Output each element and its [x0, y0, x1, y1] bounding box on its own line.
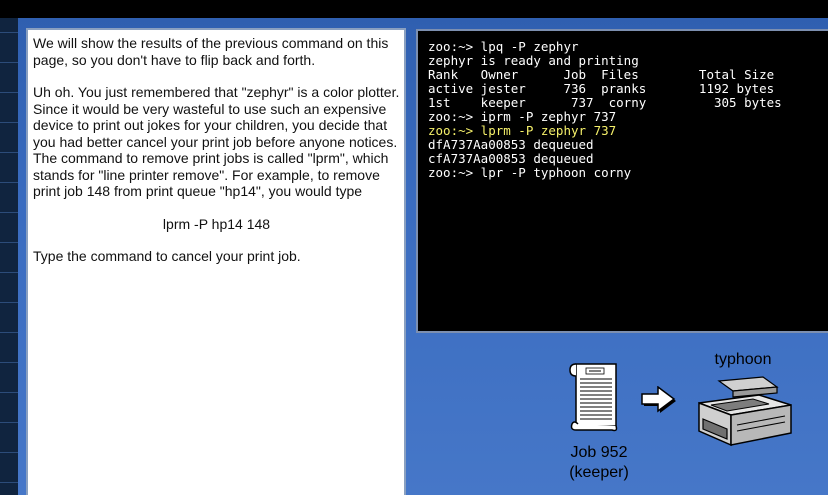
terminal-line: zoo:~> lprm -P zephyr 737: [428, 123, 617, 138]
job-label: Job 952 (keeper): [556, 443, 642, 483]
right-arrow-icon: [641, 386, 676, 413]
terminal-line: active jester 736 pranks 1192 bytes: [428, 81, 775, 96]
terminal-line: zephyr is ready and printing: [428, 53, 639, 68]
instructions-paragraph: Type the command to cancel your print jo…: [33, 248, 301, 264]
printer-name-label: typhoon: [714, 351, 772, 368]
terminal-line: zoo:~> lpr -P typhoon corny: [428, 165, 632, 180]
terminal-line: zoo:~> iprm -P zephyr 737: [428, 109, 617, 124]
terminal-line: 1st keeper 737 corny 305 bytes: [428, 95, 782, 110]
instructions-panel: We will show the results of the previous…: [26, 28, 406, 495]
job-owner: (keeper): [569, 464, 629, 481]
left-rail: [0, 18, 18, 495]
job-number: Job 952: [570, 444, 628, 461]
instructions-paragraph: We will show the results of the previous…: [33, 35, 389, 68]
terminal-line: dfA737Aa00853 dequeued: [428, 137, 594, 152]
terminal-line: cfA737Aa00853 dequeued: [428, 151, 594, 166]
printer-icon: [698, 376, 792, 447]
terminal-window[interactable]: zoo:~> lpq -P zephyr zephyr is ready and …: [416, 29, 828, 333]
terminal-line: Rank Owner Job Files Total Size: [428, 67, 775, 82]
instructions-paragraph: Uh oh. You just remembered that "zephyr"…: [33, 84, 400, 199]
terminal-line: zoo:~> lpq -P zephyr: [428, 39, 579, 54]
scroll-document-icon: [569, 363, 618, 432]
example-command: lprm -P hp14 148: [162, 215, 271, 232]
